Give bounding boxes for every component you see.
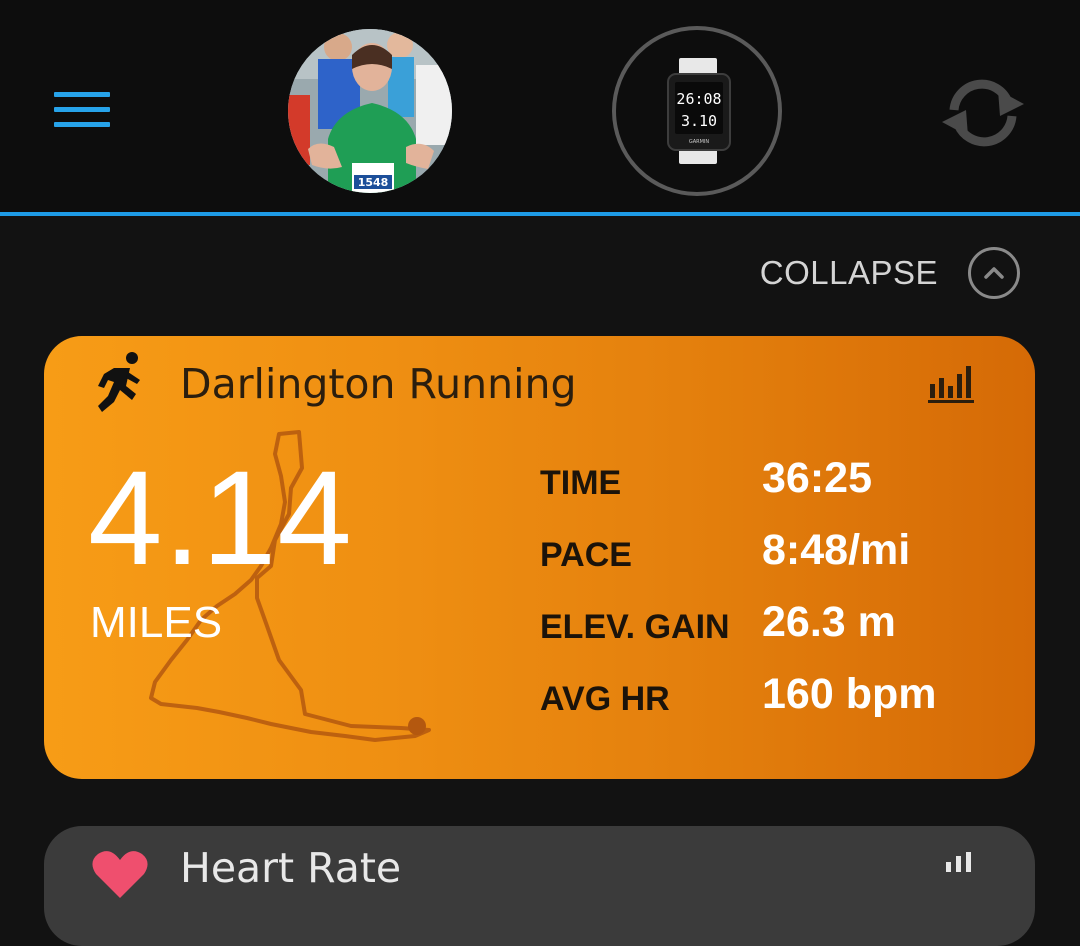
activity-title: Darlington Running: [180, 360, 577, 408]
stat-value-pace: 8:48/mi: [762, 526, 911, 574]
stat-label-time: TIME: [540, 464, 622, 502]
sync-icon: [942, 79, 1024, 147]
watch-brand: GARMIN: [689, 139, 710, 145]
heart-rate-card[interactable]: Heart Rate: [44, 826, 1035, 946]
stat-label-avg-hr: AVG HR: [540, 680, 670, 718]
stat-value-time: 36:25: [762, 454, 872, 502]
sync-button[interactable]: [938, 74, 1028, 152]
heart-icon: [92, 851, 148, 898]
svg-text:1548: 1548: [358, 176, 389, 189]
collapse-button[interactable]: COLLAPSE: [760, 246, 1020, 300]
bar-chart-icon[interactable]: [940, 852, 976, 872]
collapse-label: COLLAPSE: [759, 254, 938, 291]
avatar[interactable]: 1548: [288, 29, 452, 193]
heart-rate-title: Heart Rate: [180, 844, 402, 892]
watch-screen-distance: 3.10: [681, 112, 717, 130]
activity-card[interactable]: Darlington Running 4.14 MILES TIME 36:25…: [44, 336, 1035, 779]
stat-label-pace: PACE: [540, 536, 632, 574]
device-button[interactable]: 26:08 3.10 GARMIN: [612, 26, 782, 196]
top-bar-divider: [0, 212, 1080, 216]
chevron-up-circle-icon: [968, 247, 1020, 299]
stat-value-elev-gain: 26.3 m: [762, 598, 896, 646]
bar-chart-icon[interactable]: [926, 362, 976, 404]
profile-photo: 1548: [288, 29, 452, 193]
watch-device-icon: 26:08 3.10 GARMIN: [667, 58, 731, 164]
menu-button[interactable]: [52, 86, 112, 134]
stat-value-avg-hr: 160 bpm: [762, 670, 937, 718]
distance-value: 4.14: [88, 444, 353, 593]
stat-label-elev-gain: ELEV. GAIN: [540, 608, 730, 646]
watch-screen-time: 26:08: [676, 90, 721, 108]
running-icon: [98, 352, 140, 412]
distance-unit: MILES: [90, 598, 223, 647]
top-bar: 1548 26:08 3.10 GARMIN: [0, 0, 1080, 216]
